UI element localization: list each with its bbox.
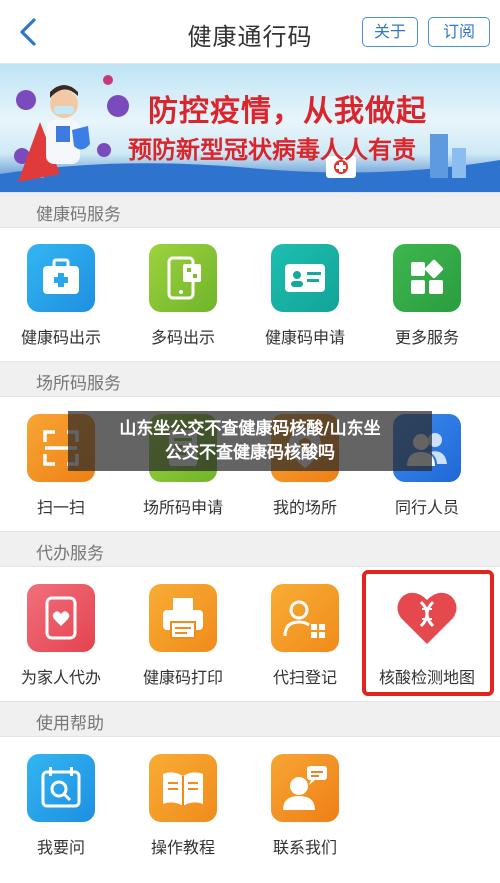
book-icon: [149, 754, 217, 822]
section-help: 使用帮助: [0, 701, 500, 737]
multi-code-show-button[interactable]: 多码出示: [128, 244, 238, 348]
medical-kit-icon: [27, 244, 95, 312]
customer-service-icon: [271, 754, 339, 822]
family-proxy-button[interactable]: 为家人代办: [6, 584, 116, 688]
health-code-show-button[interactable]: 健康码出示: [6, 244, 116, 348]
caption-line-1: 山东坐公交不查健康码核酸/山东坐: [119, 419, 381, 439]
subscribe-button[interactable]: 订阅: [428, 17, 490, 47]
item-label: 联系我们: [272, 838, 337, 857]
caption-line-2: 公交不查健康码核酸吗: [165, 443, 335, 463]
health-code-print-button[interactable]: 健康码打印: [128, 584, 238, 688]
item-label: 扫一扫: [36, 498, 85, 517]
section-title: 场所码服务: [36, 374, 121, 394]
ask-button[interactable]: 我要问: [6, 754, 116, 858]
id-card-icon: [271, 244, 339, 312]
section-proxy: 代办服务: [0, 531, 500, 567]
section-title: 健康码服务: [36, 205, 121, 225]
contact-us-button[interactable]: 联系我们: [250, 754, 360, 858]
item-label: 操作教程: [150, 838, 215, 857]
proxy-scan-register-button[interactable]: 代扫登记: [250, 584, 360, 688]
item-label: 代扫登记: [272, 668, 337, 687]
section-place-code: 场所码服务: [0, 361, 500, 397]
section-health-code: 健康码服务: [0, 192, 500, 228]
top-bar: 健康通行码 关于 订阅: [0, 0, 500, 64]
page-title: 健康通行码: [187, 23, 313, 51]
epidemic-banner[interactable]: 防控疫情，从我做起 预防新型冠状病毒人人有责: [0, 64, 500, 192]
item-label: 健康码出示: [20, 328, 101, 347]
item-label: 健康码打印: [142, 668, 223, 687]
phone-qr-icon: [149, 244, 217, 312]
item-label: 更多服务: [394, 328, 459, 347]
banner-slogan-secondary: 预防新型冠状病毒人人有责: [128, 136, 416, 164]
more-services-button[interactable]: 更多服务: [372, 244, 482, 348]
banner-slogan-primary: 防控疫情，从我做起: [148, 94, 427, 129]
phone-heart-icon: [27, 584, 95, 652]
item-label: 为家人代办: [20, 668, 101, 687]
health-code-apply-button[interactable]: 健康码申请: [250, 244, 360, 348]
printer-icon: [149, 584, 217, 652]
calendar-search-icon: [27, 754, 95, 822]
person-qr-icon: [271, 584, 339, 652]
grid-apps-icon: [393, 244, 461, 312]
item-label: 同行人员: [394, 498, 459, 517]
section-title: 代办服务: [36, 544, 104, 564]
tutorial-button[interactable]: 操作教程: [128, 754, 238, 858]
about-button[interactable]: 关于: [362, 17, 418, 47]
caption-overlay: 山东坐公交不查健康码核酸/山东坐 公交不查健康码核酸吗: [68, 411, 432, 471]
item-label: 多码出示: [150, 328, 215, 347]
item-label: 我要问: [36, 838, 85, 857]
item-label: 我的场所: [272, 498, 337, 517]
section-title: 使用帮助: [36, 714, 104, 734]
item-label: 健康码申请: [264, 328, 345, 347]
item-label: 场所码申请: [142, 498, 223, 517]
highlight-frame: [362, 570, 494, 696]
